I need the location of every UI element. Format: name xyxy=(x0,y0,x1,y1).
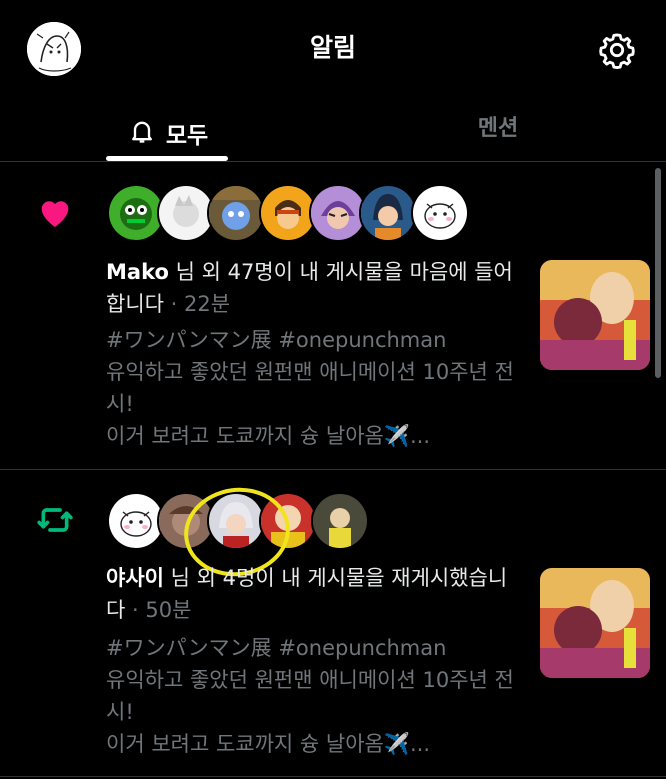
timestamp: 22분 xyxy=(184,292,231,316)
divider xyxy=(0,469,666,470)
post-preview-text[interactable]: #ワンパンマン展 #onepunchman 유익하고 좋았던 원펀맨 애니메이션… xyxy=(106,324,526,452)
notification-summary[interactable]: Mako 님 외 47명이 내 게시물을 마음에 들어 합니다 · 22분 xyxy=(106,256,516,320)
actor-name[interactable]: Mako xyxy=(106,260,169,284)
tab-mentions[interactable]: 멘션 xyxy=(448,104,548,148)
avatar[interactable] xyxy=(359,184,417,242)
actor-name[interactable]: 야사이 xyxy=(106,566,164,590)
tab-all[interactable]: 모두 xyxy=(108,104,228,162)
notification-summary[interactable]: 야사이 님 외 4명이 내 게시물을 재게시했습니다 · 50분 xyxy=(106,562,516,626)
avatar-group[interactable] xyxy=(107,184,477,242)
scrollbar[interactable] xyxy=(655,168,661,378)
avatar[interactable] xyxy=(411,184,469,242)
post-preview-text[interactable]: #ワンパンマン展 #onepunchman 유익하고 좋았던 원펀맨 애니메이션… xyxy=(106,632,526,760)
post-thumbnail[interactable] xyxy=(540,568,650,678)
divider xyxy=(0,776,666,777)
heart-icon xyxy=(35,192,75,232)
avatar[interactable] xyxy=(207,184,265,242)
bell-icon xyxy=(128,117,156,149)
gear-icon[interactable] xyxy=(598,31,636,69)
tab-mentions-label: 멘션 xyxy=(477,116,519,141)
tab-all-label: 모두 xyxy=(165,123,209,149)
repost-icon xyxy=(35,500,75,540)
post-thumbnail[interactable] xyxy=(540,260,650,370)
avatar[interactable] xyxy=(311,492,369,550)
page-title: 알림 xyxy=(309,33,356,62)
divider xyxy=(0,161,666,162)
timestamp: 50분 xyxy=(145,598,192,622)
